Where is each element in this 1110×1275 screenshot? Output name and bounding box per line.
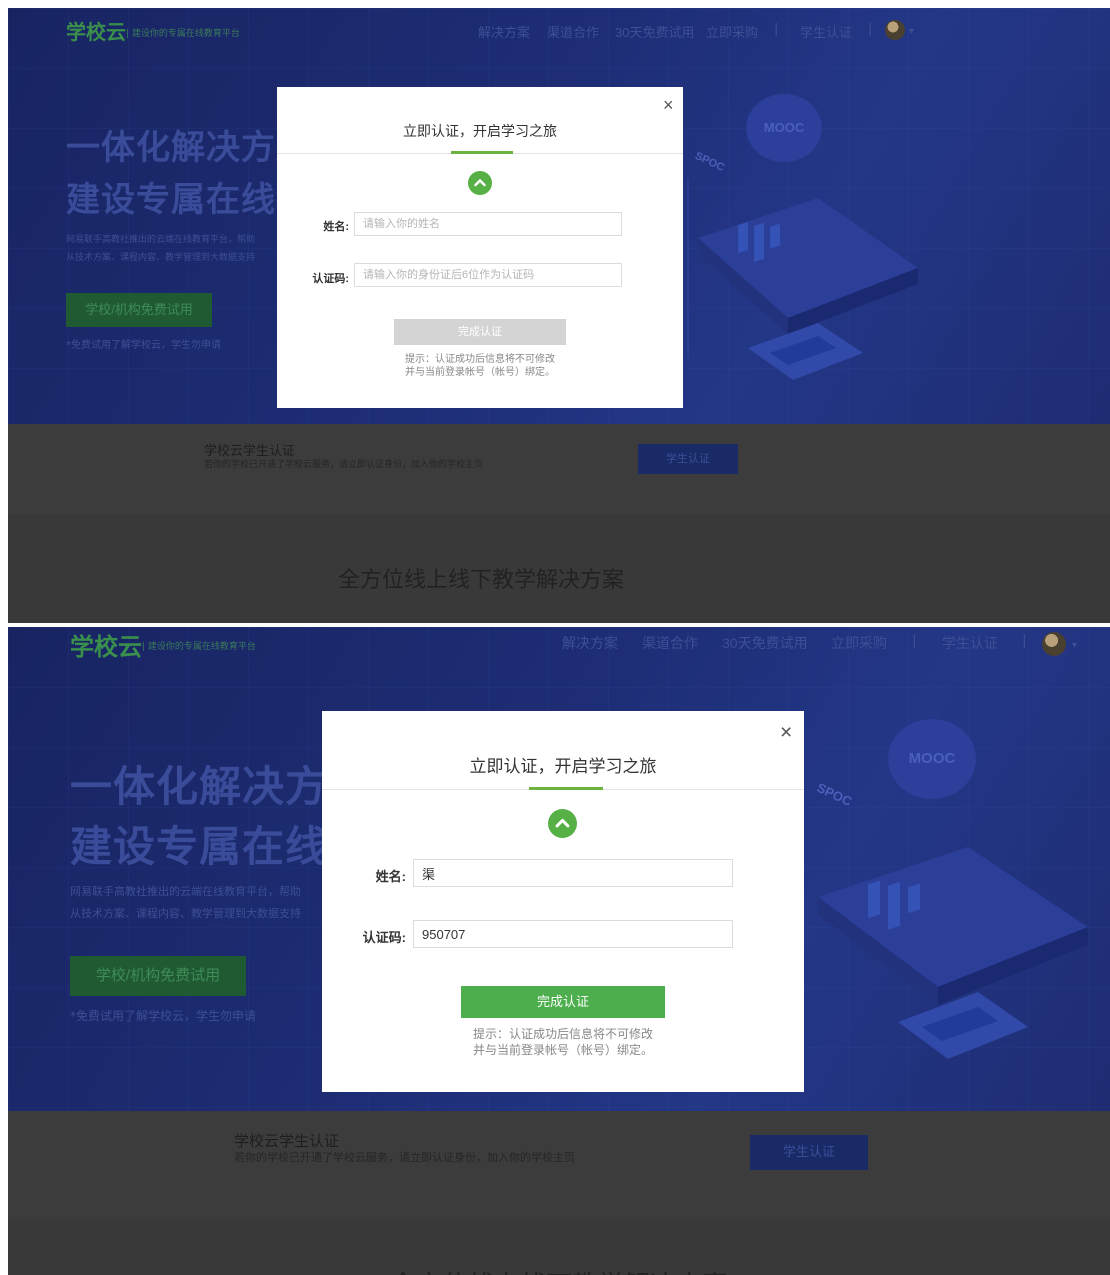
nav-student-auth[interactable]: 学生认证	[800, 22, 852, 41]
nav-free-trial[interactable]: 30天免费试用	[722, 633, 808, 653]
student-auth-button[interactable]: 学生认证	[638, 444, 738, 474]
auth-modal: 立即认证，开启学习之旅 × 姓名: 认证码: 完成认证 提示：认证成功后信息将不…	[277, 87, 683, 408]
chevron-up-icon[interactable]	[468, 171, 492, 195]
trial-note: *免费试用了解学校云，学生勿申请	[70, 1009, 257, 1023]
nav-separator: |	[868, 22, 873, 37]
submit-button[interactable]: 完成认证	[461, 986, 665, 1018]
section-title: 全方位线上线下教学解决方案	[337, 567, 624, 592]
code-input[interactable]	[354, 263, 622, 287]
trial-note: *免费试用了解学校云，学生勿申请	[66, 340, 221, 351]
page: 学校云 | 建设你的专属在线教育平台 解决方案 渠道合作 30天免费试用 立即采…	[0, 0, 1110, 1275]
code-label: 认证码:	[362, 930, 406, 945]
mooc-cloud-icon: MOOC	[888, 719, 976, 799]
hero-headline-1: 一体化解决方案	[66, 129, 311, 167]
nav-purchase[interactable]: 立即采购	[831, 633, 887, 653]
tip-line-1: 提示：认证成功后信息将不可修改	[405, 354, 555, 365]
nav-solutions[interactable]: 解决方案	[562, 633, 618, 653]
nav-separator: |	[912, 633, 917, 649]
site-logo[interactable]: 学校云	[66, 16, 126, 45]
name-label: 姓名:	[323, 221, 349, 233]
modal-tip: 提示：认证成功后信息将不可修改 并与当前登录帐号（帐号）绑定。	[277, 353, 683, 379]
tip-line-1: 提示：认证成功后信息将不可修改	[472, 1027, 653, 1041]
nav-student-auth[interactable]: 学生认证	[942, 633, 998, 653]
solutions-section: 全方位线上线下教学解决方案	[8, 514, 1110, 623]
mooc-label: MOOC	[908, 750, 956, 767]
student-auth-strip: 学校云学生认证 若你的学校已开通了学校云服务，请立即认证身份，加入你的学校主页 …	[8, 424, 1110, 514]
nav-separator: |	[1022, 633, 1027, 649]
code-label: 认证码:	[312, 273, 349, 285]
free-trial-button[interactable]: 学校/机构免费试用	[70, 956, 246, 996]
name-label: 姓名:	[375, 869, 406, 884]
close-icon[interactable]: ×	[780, 721, 792, 745]
tip-line-2: 并与当前登录帐号（帐号）绑定。	[405, 367, 555, 378]
top-nav: 学校云 | 建设你的专属在线教育平台 解决方案 渠道合作 30天免费试用 立即采…	[8, 8, 1110, 52]
chevron-up-icon[interactable]	[548, 809, 577, 838]
nav-free-trial[interactable]: 30天免费试用	[615, 22, 694, 41]
auth-modal: 立即认证，开启学习之旅 × 姓名: 认证码: 完成认证 提示：认证成功后信息将不…	[322, 711, 804, 1092]
user-avatar[interactable]	[885, 20, 905, 40]
tip-line-2: 并与当前登录帐号（帐号）绑定。	[472, 1042, 653, 1057]
student-auth-button[interactable]: 学生认证	[750, 1135, 868, 1170]
hero-desc-2: 从技术方案、课程内容、教学管理到大数据支持	[70, 907, 301, 920]
section-title: 全方位线上线下教学解决方案	[8, 1265, 1110, 1275]
solutions-section: 全方位线上线下教学解决方案	[8, 1217, 1110, 1275]
chevron-down-icon[interactable]: ▾	[909, 26, 914, 37]
modal-title: 立即认证，开启学习之旅	[403, 123, 557, 139]
modal-title: 立即认证，开启学习之旅	[469, 757, 657, 776]
isometric-illustration-icon	[687, 178, 918, 380]
logo-tagline: | 建设你的专属在线教育平台	[142, 642, 256, 652]
strip-title: 学校云学生认证	[234, 1133, 340, 1150]
isometric-illustration-icon	[818, 847, 1088, 1059]
nav-purchase[interactable]: 立即采购	[706, 22, 758, 41]
screenshot-filled-form: 学校云 | 建设你的专属在线教育平台 解决方案 渠道合作 30天免费试用 立即采…	[8, 627, 1110, 1275]
strip-desc: 若你的学校已开通了学校云服务，请立即认证身份，加入你的学校主页	[234, 1151, 575, 1164]
title-underline	[529, 787, 603, 790]
strip-desc: 若你的学校已开通了学校云服务，请立即认证身份，加入你的学校主页	[204, 460, 484, 470]
nav-solutions[interactable]: 解决方案	[478, 22, 530, 41]
top-nav: 学校云 | 建设你的专属在线教育平台 解决方案 渠道合作 30天免费试用 立即采…	[8, 627, 1110, 671]
submit-button[interactable]: 完成认证	[394, 319, 566, 345]
close-icon[interactable]: ×	[663, 95, 674, 116]
hero-desc-1: 网易联手高教社推出的云端在线教育平台，帮助	[66, 235, 256, 245]
hero-desc-2: 从技术方案、课程内容、教学管理到大数据支持	[66, 253, 256, 263]
screenshot-empty-form: 学校云 | 建设你的专属在线教育平台 解决方案 渠道合作 30天免费试用 立即采…	[8, 8, 1110, 623]
student-auth-strip: 学校云学生认证 若你的学校已开通了学校云服务，请立即认证身份，加入你的学校主页 …	[8, 1111, 1110, 1217]
mooc-cloud-icon: MOOC	[746, 94, 822, 162]
free-trial-button[interactable]: 学校/机构免费试用	[66, 293, 212, 327]
user-avatar[interactable]	[1042, 632, 1066, 656]
name-input[interactable]	[413, 859, 733, 887]
modal-tip: 提示：认证成功后信息将不可修改 并与当前登录帐号（帐号）绑定。	[322, 1027, 804, 1058]
chevron-down-icon[interactable]: ▾	[1072, 640, 1077, 651]
code-input[interactable]	[413, 920, 733, 948]
logo-tagline: | 建设你的专属在线教育平台	[126, 29, 240, 39]
site-logo[interactable]: 学校云	[70, 627, 142, 662]
hero-desc-1: 网易联手高教社推出的云端在线教育平台，帮助	[70, 885, 301, 898]
nav-channel[interactable]: 渠道合作	[547, 22, 599, 41]
name-input[interactable]	[354, 212, 622, 236]
title-underline	[451, 151, 513, 154]
nav-separator: |	[774, 22, 779, 37]
nav-channel[interactable]: 渠道合作	[642, 633, 698, 653]
mooc-label: MOOC	[763, 120, 805, 135]
